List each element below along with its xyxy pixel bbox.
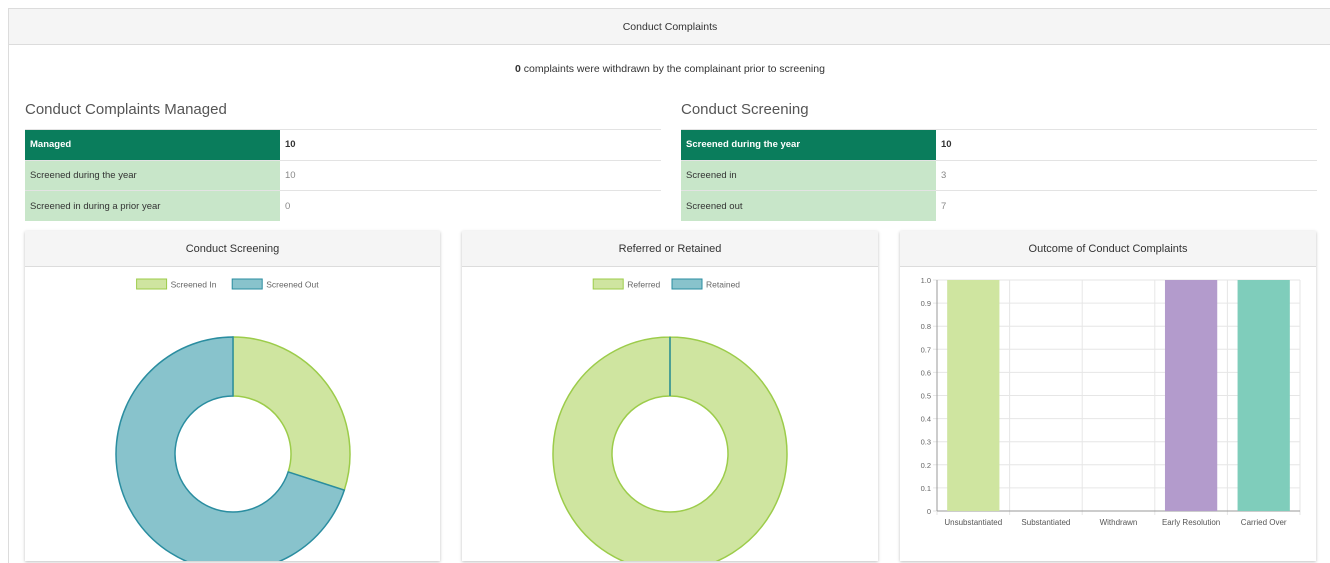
- y-tick-label: 0.2: [921, 461, 931, 470]
- y-tick-label: 0.4: [921, 415, 931, 424]
- y-tick-label: 1.0: [921, 276, 931, 285]
- row-label: Screened during the year: [681, 129, 936, 160]
- card-title: Referred or Retained: [462, 231, 878, 267]
- row-value: 10: [280, 129, 661, 160]
- row-label: Screened in during a prior year: [25, 190, 280, 221]
- y-tick-label: 0.1: [921, 484, 931, 493]
- screening-donut-chart: Screened In Screened Out: [115, 278, 351, 561]
- y-tick-label: 0: [927, 507, 931, 516]
- donut-slice: [232, 336, 351, 492]
- row-value: 3: [936, 159, 1317, 191]
- conduct-complaints-panel: Conduct Complaints 0 complaints were wit…: [8, 8, 1330, 563]
- referred-chart-card: Referred or Retained Referred Retained: [462, 231, 878, 561]
- y-tick-label: 0.8: [921, 322, 931, 331]
- y-tick-label: 0.5: [921, 392, 931, 401]
- bar: [947, 280, 1000, 511]
- table-row: Screened out 7: [681, 190, 1317, 221]
- row-value: 0: [280, 190, 661, 221]
- panel-title: Conduct Complaints: [9, 9, 1330, 45]
- table-row: Screened during the year 10: [25, 159, 661, 191]
- outcome-bar-chart: 0 0.1 0.2 0.3 0.4 0.5 0.6 0.7 0.8 0.9 1.0 Unsubstan…: [921, 276, 1301, 527]
- legend-swatch: [671, 278, 703, 290]
- y-tick-label: 0.7: [921, 345, 931, 354]
- row-value: 10: [936, 129, 1317, 160]
- y-tick-label: 0.6: [921, 368, 931, 377]
- x-tick-label: Withdrawn: [1100, 518, 1138, 527]
- legend-label: Screened In: [171, 280, 217, 290]
- table-row: Managed 10: [25, 129, 661, 160]
- legend-swatch: [592, 278, 624, 290]
- screening-table: Screened during the year 10 Screened in …: [681, 129, 1317, 221]
- card-title: Outcome of Conduct Complaints: [900, 231, 1316, 267]
- x-tick-label: Early Resolution: [1162, 518, 1220, 527]
- x-tick-label: Unsubstantiated: [944, 518, 1002, 527]
- x-tick-label: Carried Over: [1241, 518, 1287, 527]
- table-row: Screened during the year 10: [681, 129, 1317, 160]
- y-tick-label: 0.3: [921, 438, 931, 447]
- managed-table: Managed 10 Screened during the year 10 S…: [25, 129, 661, 221]
- card-title: Conduct Screening: [25, 231, 440, 267]
- legend-label: Referred: [627, 280, 660, 290]
- bar: [1164, 280, 1218, 511]
- row-value: 7: [936, 190, 1317, 221]
- screening-section-title: Conduct Screening: [681, 101, 809, 118]
- x-tick-label: Substantiated: [1021, 518, 1070, 527]
- row-label: Screened in: [681, 159, 936, 191]
- bar: [1237, 280, 1290, 511]
- table-row: Screened in 3: [681, 159, 1317, 191]
- screening-chart-card: Conduct Screening Screened In Screened Ou…: [25, 231, 440, 561]
- legend-swatch: [231, 278, 263, 290]
- legend-label: Retained: [706, 280, 740, 290]
- referred-donut-chart: Referred Retained: [552, 278, 788, 561]
- legend-label: Screened Out: [266, 280, 319, 290]
- row-label: Screened during the year: [25, 159, 280, 191]
- table-row: Screened in during a prior year 0: [25, 190, 661, 221]
- managed-section-title: Conduct Complaints Managed: [25, 101, 227, 118]
- row-value: 10: [280, 159, 661, 191]
- legend-swatch: [136, 278, 168, 290]
- y-tick-label: 0.9: [921, 299, 931, 308]
- outcome-chart-card: Outcome of Conduct Complaints 0 0.1 0.2 0.3…: [900, 231, 1316, 561]
- row-label: Screened out: [681, 190, 936, 221]
- withdrawn-summary: 0 complaints were withdrawn by the compl…: [9, 63, 1330, 75]
- row-label: Managed: [25, 129, 280, 160]
- withdrawn-text: complaints were withdrawn by the complai…: [520, 63, 825, 75]
